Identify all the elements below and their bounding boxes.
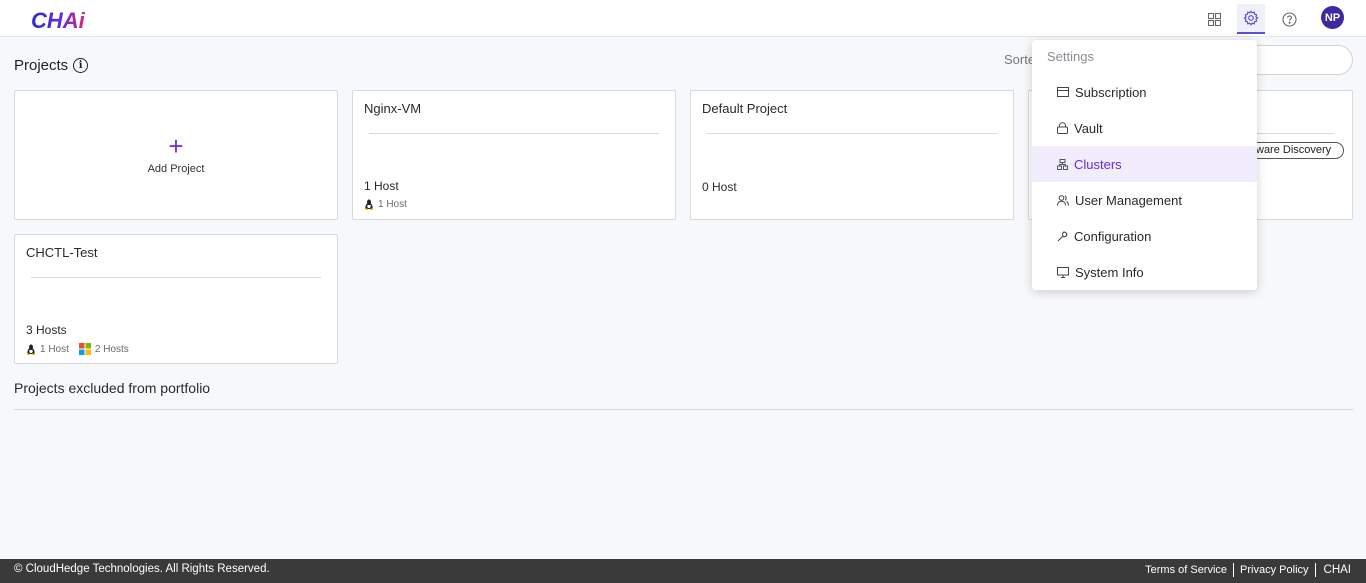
copyright-text: © CloudHedge Technologies. All Rights Re…	[14, 563, 270, 575]
credit-card-icon	[1057, 87, 1069, 97]
help-icon	[1281, 11, 1297, 27]
project-card[interactable]: CHCTL-Test 3 Hosts 1 Host 2 Hosts	[14, 234, 338, 364]
menu-item-user-management[interactable]: User Management	[1032, 182, 1257, 218]
project-tag: ware Discovery	[1246, 142, 1344, 159]
menu-item-system-info[interactable]: System Info	[1032, 254, 1257, 290]
menu-item-label: User Management	[1075, 192, 1182, 208]
settings-menu-header: Settings	[1047, 49, 1094, 64]
projects-title: Projects	[14, 57, 69, 74]
add-project-card[interactable]: + Add Project	[14, 90, 338, 220]
svg-text:CHAi: CHAi	[31, 8, 86, 32]
monitor-icon	[1057, 266, 1069, 278]
gear-icon	[1243, 10, 1259, 26]
linux-icon	[364, 199, 374, 210]
os-host-count: 1 Host	[378, 199, 407, 210]
os-breakdown: 1 Host	[364, 199, 407, 210]
card-divider	[1254, 133, 1334, 134]
project-name: Nginx-VM	[364, 101, 422, 116]
menu-item-label: Subscription	[1075, 84, 1147, 100]
footer: © CloudHedge Technologies. All Rights Re…	[0, 559, 1366, 583]
os-breakdown: 1 Host 2 Hosts	[26, 343, 129, 355]
menu-item-clusters[interactable]: Clusters	[1032, 146, 1257, 182]
projects-heading: Projects i	[14, 57, 89, 74]
os-item: 2 Hosts	[78, 343, 129, 355]
footer-links: Terms of Service Privacy Policy CHAI	[1139, 563, 1366, 577]
project-name: Default Project	[702, 101, 788, 116]
card-divider	[31, 277, 321, 278]
menu-item-subscription[interactable]: Subscription	[1032, 74, 1257, 110]
card-divider	[369, 133, 659, 134]
info-icon[interactable]: i	[73, 58, 89, 73]
top-bar: CHAi NP	[0, 0, 1366, 37]
settings-dropdown: Settings Subscription Vault Clusters Use…	[1032, 40, 1257, 290]
user-avatar[interactable]: NP	[1321, 6, 1344, 29]
os-host-count: 2 Hosts	[94, 343, 129, 355]
windows-icon	[78, 343, 91, 355]
host-count: 3 Hosts	[26, 323, 67, 337]
os-host-count: 1 Host	[40, 343, 69, 355]
footer-brand: CHAI	[1323, 564, 1351, 576]
project-card[interactable]: Nginx-VM 1 Host 1 Host	[352, 90, 676, 220]
menu-item-label: Configuration	[1074, 228, 1152, 244]
menu-item-label: System Info	[1075, 264, 1144, 280]
grid-icon	[1207, 12, 1221, 26]
excluded-projects-title: Projects excluded from portfolio	[14, 380, 211, 396]
host-count: 0 Host	[702, 180, 737, 194]
menu-item-vault[interactable]: Vault	[1032, 110, 1257, 146]
cluster-icon	[1057, 158, 1068, 170]
settings-button[interactable]	[1237, 4, 1265, 34]
chai-logo[interactable]: CHAi	[31, 4, 91, 32]
help-button[interactable]	[1275, 4, 1303, 34]
plus-icon: +	[168, 131, 184, 161]
apps-grid-button[interactable]	[1200, 4, 1228, 34]
users-icon	[1057, 194, 1069, 206]
menu-item-label: Clusters	[1074, 156, 1122, 172]
project-name: CHCTL-Test	[26, 245, 98, 260]
card-divider	[707, 133, 997, 134]
terms-of-service-link[interactable]: Terms of Service	[1139, 563, 1235, 577]
project-card[interactable]: Default Project 0 Host	[690, 90, 1014, 220]
os-item: 1 Host	[26, 344, 69, 355]
linux-icon	[26, 344, 36, 355]
add-project-label: Add Project	[147, 163, 205, 175]
lock-icon	[1057, 122, 1068, 134]
sort-label: Sorte	[1004, 52, 1036, 67]
os-item: 1 Host	[364, 199, 407, 210]
menu-item-configuration[interactable]: Configuration	[1032, 218, 1257, 254]
privacy-policy-link[interactable]: Privacy Policy	[1234, 563, 1316, 577]
section-divider	[14, 409, 1353, 410]
menu-item-label: Vault	[1074, 120, 1103, 136]
host-count: 1 Host	[364, 179, 399, 193]
wrench-icon	[1057, 231, 1068, 241]
